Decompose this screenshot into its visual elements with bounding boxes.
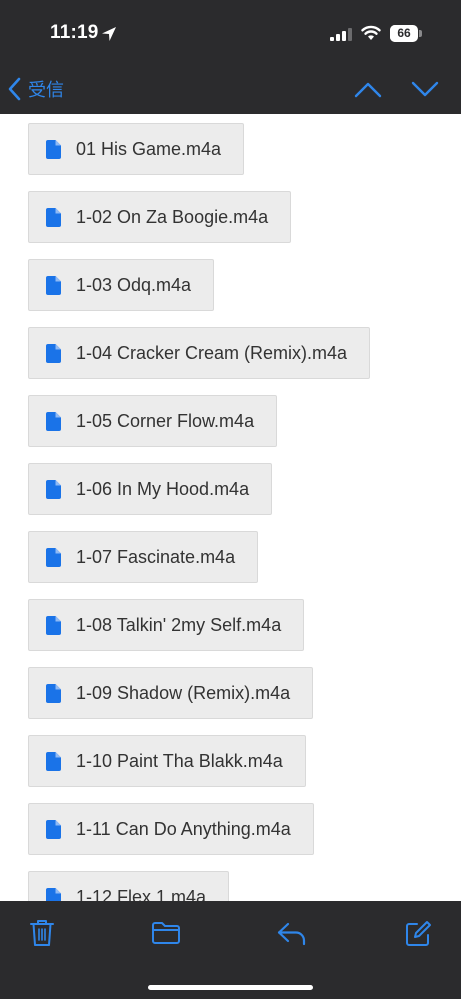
- attachment-item[interactable]: 1-07 Fascinate.m4a: [28, 531, 259, 583]
- attachment-list: 01 His Game.m4a 1-02 On Za Boogie.m4a 1-…: [0, 114, 461, 901]
- document-icon: [46, 479, 61, 499]
- attachment-item[interactable]: 1-08 Talkin' 2my Self.m4a: [28, 599, 305, 651]
- attachment-item[interactable]: 1-09 Shadow (Remix).m4a: [28, 667, 314, 719]
- chevron-up-icon[interactable]: [353, 76, 383, 102]
- attachment-item[interactable]: 01 His Game.m4a: [28, 123, 245, 175]
- document-icon: [46, 343, 61, 363]
- compose-icon[interactable]: [404, 920, 432, 948]
- location-arrow-icon: [102, 27, 116, 41]
- attachment-name: 01 His Game.m4a: [76, 138, 222, 159]
- wifi-icon: [361, 25, 381, 40]
- attachment-name: 1-09 Shadow (Remix).m4a: [76, 682, 291, 703]
- attachment-name: 1-11 Can Do Anything.m4a: [76, 818, 291, 839]
- attachment-name: 1-08 Talkin' 2my Self.m4a: [76, 614, 282, 635]
- reply-icon[interactable]: [276, 921, 308, 947]
- attachment-item[interactable]: 1-10 Paint Tha Blakk.m4a: [28, 735, 306, 787]
- document-icon: [46, 411, 61, 431]
- back-label: 受信: [28, 80, 64, 100]
- attachment-name: 1-05 Corner Flow.m4a: [76, 410, 255, 431]
- attachment-item[interactable]: 1-04 Cracker Cream (Remix).m4a: [28, 327, 371, 379]
- back-button[interactable]: 受信: [8, 74, 64, 104]
- attachment-name: 1-12 Flex 1.m4a: [76, 886, 207, 902]
- attachment-name: 1-03 Odq.m4a: [76, 274, 192, 295]
- document-icon: [46, 751, 61, 771]
- attachment-name: 1-10 Paint Tha Blakk.m4a: [76, 750, 283, 771]
- top-bar: 11:19 66 受信: [0, 0, 461, 114]
- status-time: 11:19: [50, 22, 99, 43]
- document-icon: [46, 207, 61, 227]
- document-icon: [46, 683, 61, 703]
- document-icon: [46, 275, 61, 295]
- attachment-name: 1-02 On Za Boogie.m4a: [76, 206, 269, 227]
- document-icon: [46, 887, 61, 901]
- attachment-item[interactable]: 1-11 Can Do Anything.m4a: [28, 803, 314, 855]
- cellular-signal-icon: [330, 28, 352, 41]
- battery-cap: [419, 30, 422, 37]
- attachment-item[interactable]: 1-02 On Za Boogie.m4a: [28, 191, 292, 243]
- attachment-name: 1-07 Fascinate.m4a: [76, 546, 236, 567]
- attachment-item[interactable]: 1-03 Odq.m4a: [28, 259, 215, 311]
- attachment-item[interactable]: 1-06 In My Hood.m4a: [28, 463, 273, 515]
- trash-icon[interactable]: [30, 919, 54, 947]
- attachment-name: 1-06 In My Hood.m4a: [76, 478, 250, 499]
- document-icon: [46, 615, 61, 635]
- document-icon: [46, 547, 61, 567]
- document-icon: [46, 819, 61, 839]
- document-icon: [46, 139, 61, 159]
- battery-indicator: 66: [390, 25, 422, 42]
- attachment-item[interactable]: 1-05 Corner Flow.m4a: [28, 395, 278, 447]
- home-indicator: [148, 985, 313, 990]
- attachment-name: 1-04 Cracker Cream (Remix).m4a: [76, 342, 348, 363]
- chevron-down-icon[interactable]: [410, 76, 440, 102]
- folder-icon[interactable]: [151, 921, 181, 945]
- chevron-left-icon: [8, 77, 21, 101]
- battery-percent: 66: [397, 26, 411, 40]
- attachment-item[interactable]: 1-12 Flex 1.m4a: [28, 871, 230, 902]
